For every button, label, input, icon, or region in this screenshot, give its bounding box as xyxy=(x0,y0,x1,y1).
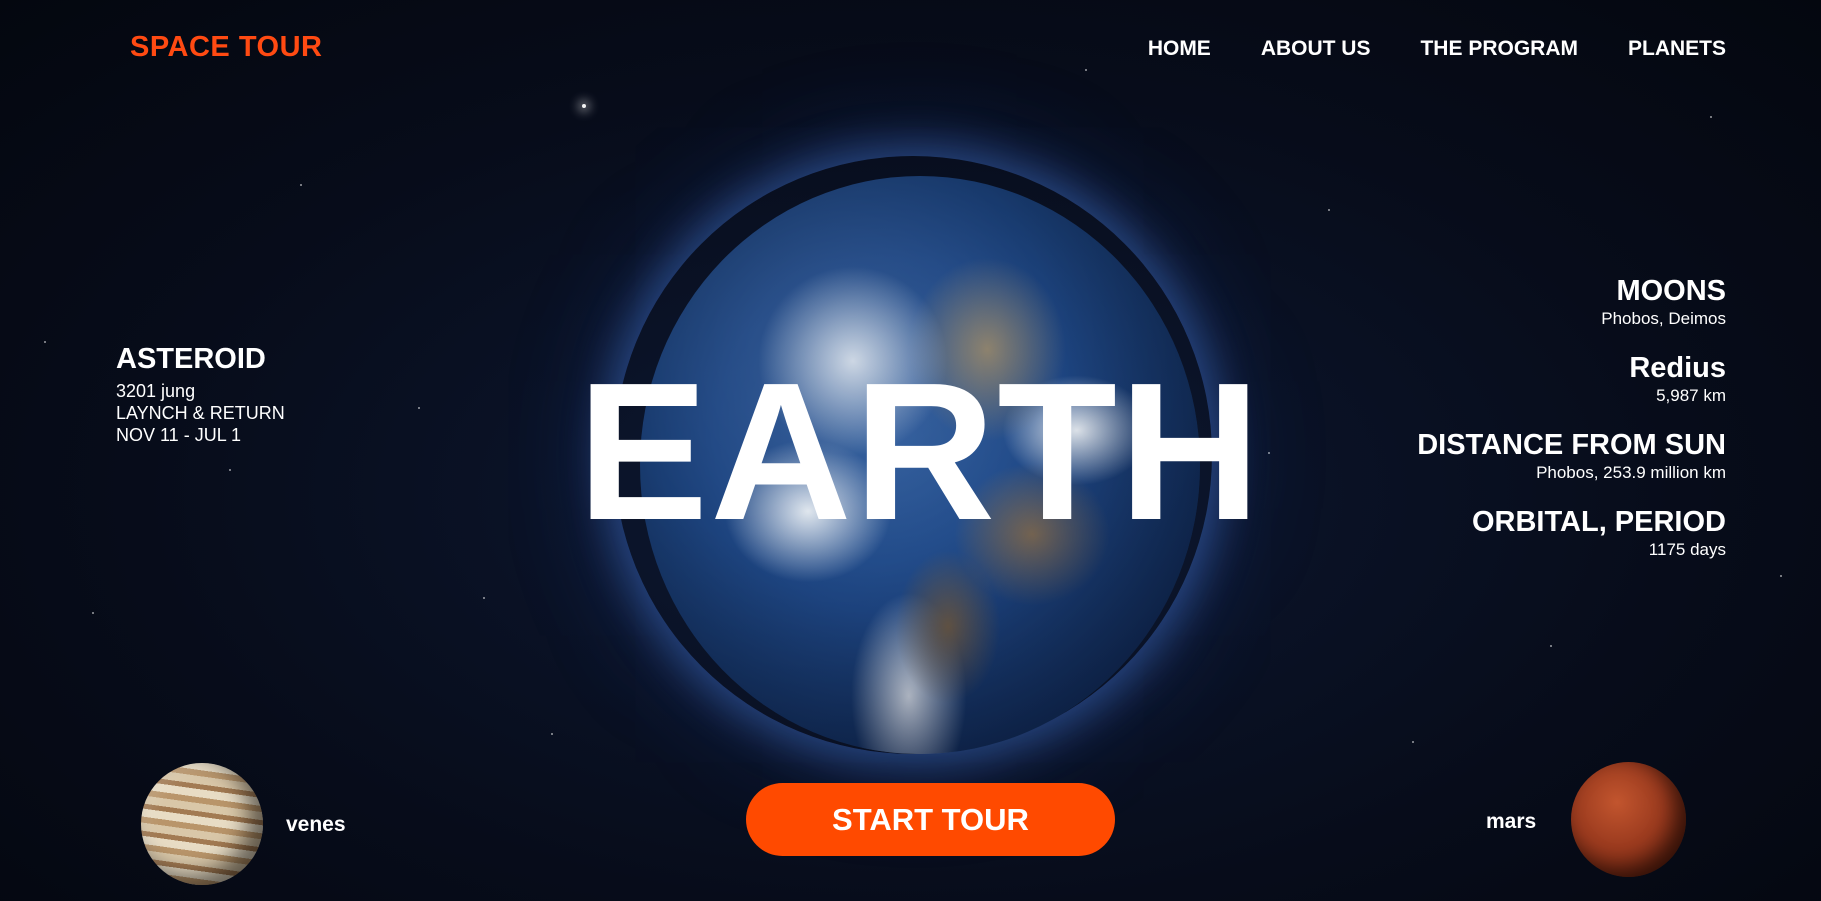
mars-label[interactable]: mars xyxy=(1486,810,1536,834)
star xyxy=(1710,116,1712,118)
main-menu: HOME ABOUT US THE PROGRAM PLANETS xyxy=(1148,37,1726,61)
star xyxy=(1328,209,1330,211)
star xyxy=(92,612,94,614)
stat-heading: MOONS xyxy=(1616,275,1726,307)
nav-the-program[interactable]: THE PROGRAM xyxy=(1420,37,1578,61)
top-navigation: SPACE TOUR HOME ABOUT US THE PROGRAM PLA… xyxy=(0,0,1821,96)
nav-about-us[interactable]: ABOUT US xyxy=(1261,37,1371,61)
mars-planet-thumbnail[interactable] xyxy=(1571,762,1686,877)
site-logo[interactable]: SPACE TOUR xyxy=(130,31,322,64)
start-tour-button[interactable]: START TOUR xyxy=(746,783,1115,856)
nav-home[interactable]: HOME xyxy=(1148,37,1211,61)
star xyxy=(483,597,485,599)
nav-planets[interactable]: PLANETS xyxy=(1628,37,1726,61)
star xyxy=(300,184,302,186)
stat-value: Phobos, Deimos xyxy=(1601,309,1726,328)
venus-planet-thumbnail[interactable] xyxy=(141,763,263,885)
space-tour-page: SPACE TOUR HOME ABOUT US THE PROGRAM PLA… xyxy=(0,0,1821,901)
bright-star xyxy=(582,104,586,108)
star xyxy=(1780,575,1782,577)
planet-title: EARTH xyxy=(577,342,1263,561)
stat-moons: MOONS Phobos, Deimos xyxy=(1417,274,1726,330)
star xyxy=(1550,645,1552,647)
star xyxy=(1412,741,1414,743)
star xyxy=(44,341,46,343)
star xyxy=(551,733,553,735)
venus-label[interactable]: venes xyxy=(286,813,346,837)
